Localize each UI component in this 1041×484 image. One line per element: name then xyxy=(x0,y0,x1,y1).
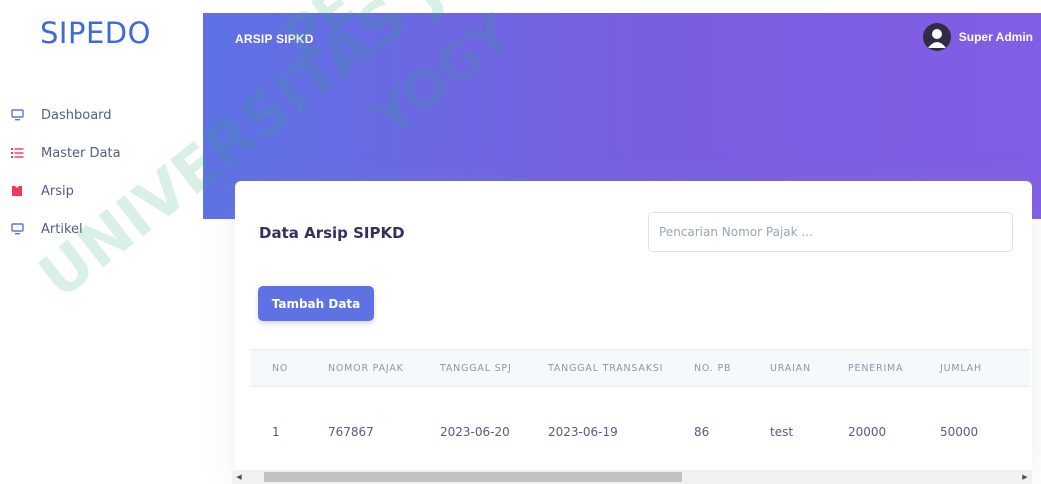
column-header-tanggal-spj[interactable]: TANGGAL SPJ xyxy=(418,349,526,387)
monitor-icon xyxy=(10,108,24,122)
list-icon xyxy=(10,146,24,160)
avatar[interactable] xyxy=(922,23,951,51)
sidebar-item-arsip[interactable]: Arsip xyxy=(0,172,203,210)
table-row[interactable]: 1 767867 2023-06-20 2023-06-19 86 test 2… xyxy=(250,387,1030,470)
scrollbar-thumb[interactable] xyxy=(264,472,682,482)
table-container: NO NOMOR PAJAK TANGGAL SPJ TANGGAL TRANS… xyxy=(250,349,1032,469)
scroll-left-arrow-icon[interactable]: ◀ xyxy=(232,470,246,484)
column-header-penerima[interactable]: PENERIMA xyxy=(826,349,918,387)
horizontal-scrollbar[interactable]: ◀ ▶ xyxy=(232,470,1032,484)
sidebar: SIPEDO Dashboard Master Data Arsip Artik… xyxy=(0,0,203,484)
sidebar-item-dashboard[interactable]: Dashboard xyxy=(0,96,203,134)
brand-logo[interactable]: SIPEDO xyxy=(40,16,151,50)
monitor-icon xyxy=(10,222,24,236)
column-header-no[interactable]: NO xyxy=(250,349,306,387)
table-cell: 50000 xyxy=(940,424,979,439)
archive-icon xyxy=(10,184,24,198)
column-header-uraian[interactable]: URAIAN xyxy=(748,349,826,387)
sidebar-item-master-data[interactable]: Master Data xyxy=(0,134,203,172)
card-title: Data Arsip SIPKD xyxy=(259,224,405,242)
table-cell: 2023-06-20 xyxy=(440,424,510,439)
table-cell: 1 xyxy=(272,424,280,439)
table-cell: 20000 xyxy=(848,424,887,439)
sidebar-item-label: Artikel xyxy=(41,221,83,237)
sidebar-nav: Dashboard Master Data Arsip Artikel xyxy=(0,96,203,248)
column-header-nomor-pajak[interactable]: NOMOR PAJAK xyxy=(306,349,418,387)
user-name[interactable]: Super Admin xyxy=(959,30,1033,44)
table-cell: 767867 xyxy=(328,424,374,439)
sidebar-item-label: Master Data xyxy=(41,145,121,161)
sidebar-item-artikel[interactable]: Artikel xyxy=(0,210,203,248)
scroll-right-arrow-icon[interactable]: ▶ xyxy=(1018,470,1032,484)
table-cell: 2023-06-19 xyxy=(548,424,618,439)
add-data-button[interactable]: Tambah Data xyxy=(258,286,374,321)
table-header-row: NO NOMOR PAJAK TANGGAL SPJ TANGGAL TRANS… xyxy=(250,349,1030,387)
table-cell: test xyxy=(770,424,794,439)
search-input[interactable] xyxy=(648,212,1013,252)
table-cell: 86 xyxy=(694,424,710,439)
column-header-tanggal-transaksi[interactable]: TANGGAL TRANSAKSI xyxy=(526,349,672,387)
user-icon xyxy=(927,29,946,48)
archive-card: Data Arsip SIPKD Tambah Data NO NOMOR PA… xyxy=(235,181,1032,484)
sidebar-item-label: Arsip xyxy=(41,183,74,199)
column-header-no-pb[interactable]: NO. PB xyxy=(672,349,748,387)
column-header-jumlah[interactable]: JUMLAH xyxy=(918,349,1030,387)
page-title: ARSIP SIPKD xyxy=(235,32,314,46)
archive-table: NO NOMOR PAJAK TANGGAL SPJ TANGGAL TRANS… xyxy=(250,349,1030,469)
user-menu[interactable]: Super Admin xyxy=(922,23,1033,51)
sidebar-item-label: Dashboard xyxy=(41,107,112,123)
